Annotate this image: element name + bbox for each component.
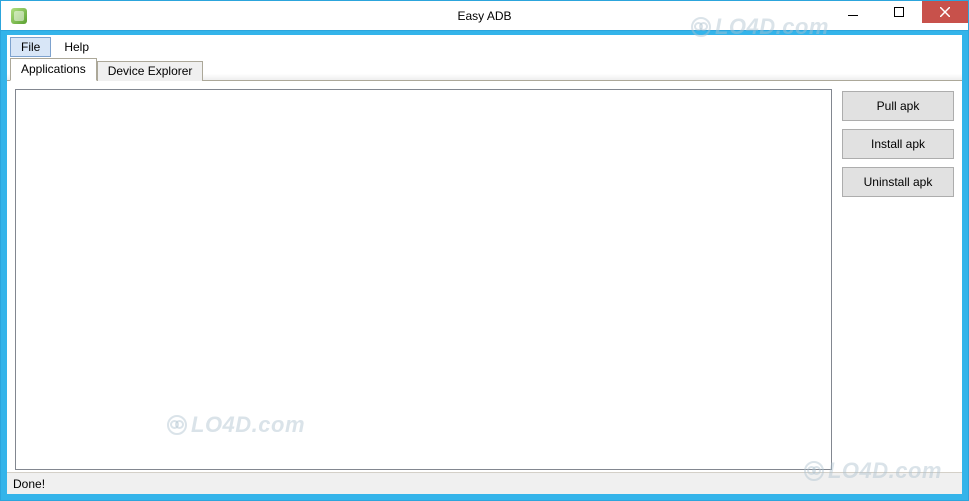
app-icon <box>11 8 27 24</box>
menubar: File Help <box>7 35 962 59</box>
tab-device-explorer[interactable]: Device Explorer <box>97 61 204 81</box>
client-area: File Help Applications Device Explorer P… <box>1 31 968 500</box>
status-text: Done! <box>13 477 45 491</box>
titlebar[interactable]: Easy ADB <box>1 1 968 31</box>
maximize-button[interactable] <box>876 1 922 23</box>
pull-apk-button[interactable]: Pull apk <box>842 91 954 121</box>
window-controls <box>830 1 968 30</box>
window: Easy ADB File Help Applications Device E… <box>0 0 969 501</box>
menu-file[interactable]: File <box>10 37 51 57</box>
menu-help[interactable]: Help <box>53 37 100 57</box>
action-sidebar: Pull apk Install apk Uninstall apk <box>842 89 954 470</box>
applications-list[interactable] <box>15 89 832 470</box>
content-area: Pull apk Install apk Uninstall apk <box>7 81 962 472</box>
tabbar: Applications Device Explorer <box>7 59 962 81</box>
close-icon <box>940 7 950 17</box>
window-title: Easy ADB <box>457 9 511 23</box>
tab-applications[interactable]: Applications <box>10 58 97 81</box>
minimize-button[interactable] <box>830 1 876 23</box>
uninstall-apk-button[interactable]: Uninstall apk <box>842 167 954 197</box>
close-button[interactable] <box>922 1 968 23</box>
statusbar: Done! <box>7 472 962 494</box>
install-apk-button[interactable]: Install apk <box>842 129 954 159</box>
